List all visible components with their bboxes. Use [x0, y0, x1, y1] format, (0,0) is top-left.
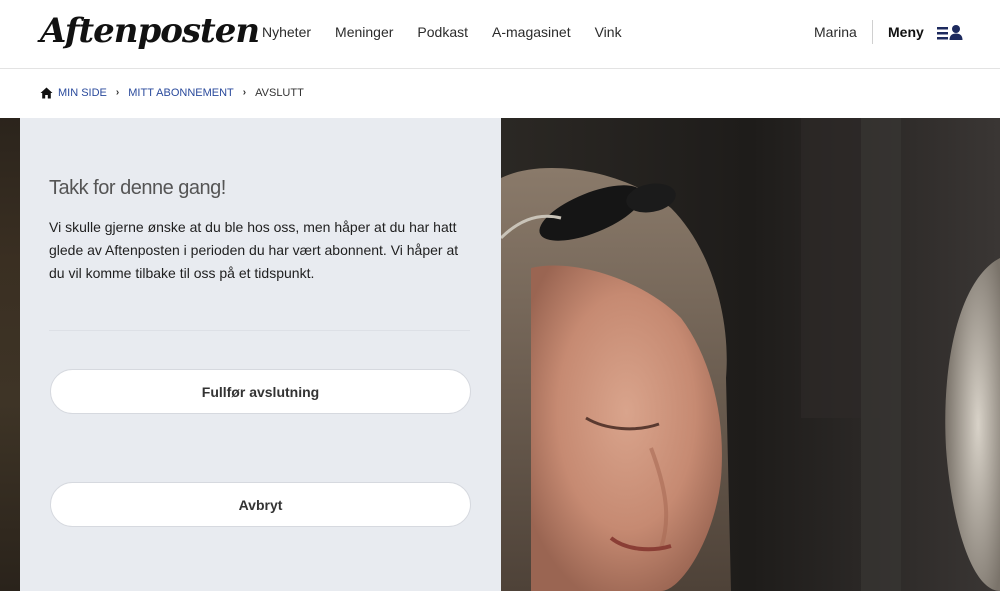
home-icon[interactable] — [40, 87, 53, 99]
cancel-button[interactable]: Avbryt — [50, 482, 471, 527]
header-divider — [872, 20, 873, 44]
nav-item-vink[interactable]: Vink — [595, 23, 622, 41]
hero-photo — [501, 118, 1000, 591]
chevron-right-icon: › — [115, 87, 120, 98]
page-title: Takk for denne gang! — [49, 177, 226, 199]
nav-item-meninger[interactable]: Meninger — [335, 23, 393, 41]
menu-user-icon[interactable] — [936, 23, 964, 41]
breadcrumb: MIN SIDE › MITT ABONNEMENT › AVSLUTT — [40, 86, 304, 100]
farewell-message: Vi skulle gjerne ønske at du ble hos oss… — [49, 219, 459, 281]
site-header: Aftenposten Nyheter Meninger Podkast A-m… — [0, 0, 1000, 69]
breadcrumb-current: AVSLUTT — [255, 87, 304, 99]
user-name-link[interactable]: Marina — [814, 23, 857, 41]
menu-button[interactable]: Meny — [888, 23, 924, 41]
site-logo[interactable]: Aftenposten — [40, 9, 260, 53]
background-photo-edge — [0, 118, 20, 591]
breadcrumb-mitt-abonnement[interactable]: MITT ABONNEMENT — [128, 86, 234, 100]
breadcrumb-bar: MIN SIDE › MITT ABONNEMENT › AVSLUTT — [0, 70, 1000, 118]
nav-item-nyheter[interactable]: Nyheter — [262, 23, 311, 41]
panel-divider — [49, 330, 470, 331]
woman-reading-photo — [501, 118, 1000, 591]
hero-section: Takk for denne gang! Vi skulle gjerne øn… — [0, 118, 1000, 591]
complete-cancellation-button[interactable]: Fullfør avslutning — [50, 369, 471, 414]
nav-item-a-magasinet[interactable]: A-magasinet — [492, 23, 571, 41]
main-nav: Nyheter Meninger Podkast A-magasinet Vin… — [262, 23, 646, 41]
nav-item-podkast[interactable]: Podkast — [417, 23, 468, 41]
chevron-right-icon: › — [242, 87, 247, 98]
breadcrumb-min-side[interactable]: MIN SIDE — [58, 86, 107, 100]
cancel-subscription-panel: Takk for denne gang! Vi skulle gjerne øn… — [20, 118, 501, 591]
